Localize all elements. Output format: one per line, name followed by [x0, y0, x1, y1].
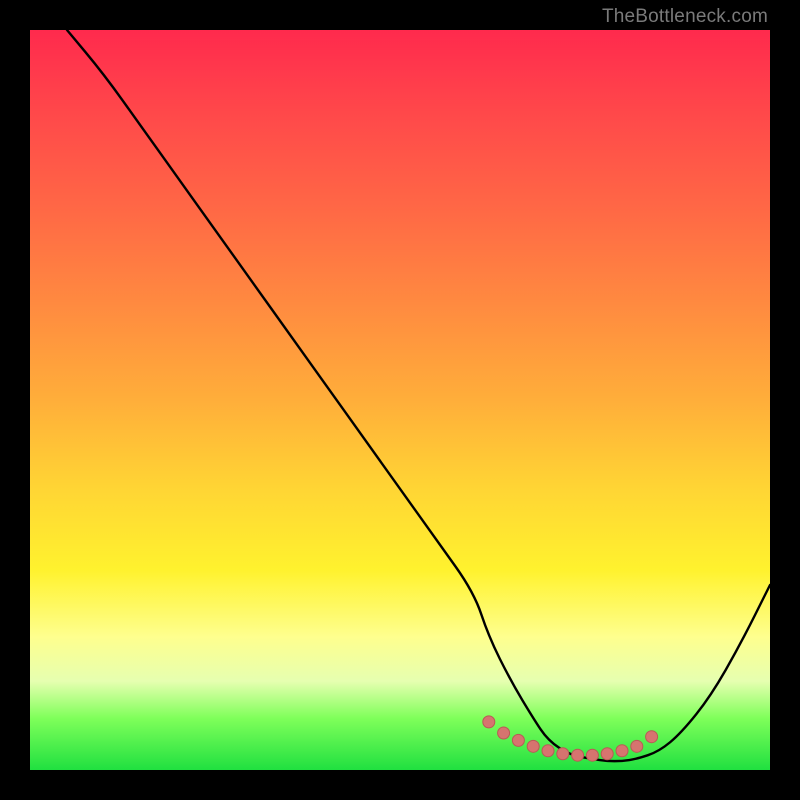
valley-marker: [646, 731, 658, 743]
valley-marker: [557, 748, 569, 760]
valley-marker: [498, 727, 510, 739]
valley-marker: [586, 749, 598, 761]
valley-marker: [542, 745, 554, 757]
valley-marker: [601, 748, 613, 760]
chart-frame: TheBottleneck.com: [0, 0, 800, 800]
curve-layer: [30, 30, 770, 770]
valley-marker: [631, 740, 643, 752]
valley-marker: [483, 716, 495, 728]
bottleneck-curve: [67, 30, 770, 761]
watermark-text: TheBottleneck.com: [602, 6, 768, 28]
valley-marker: [616, 745, 628, 757]
valley-marker: [572, 749, 584, 761]
valley-marker: [527, 740, 539, 752]
valley-marker: [512, 734, 524, 746]
